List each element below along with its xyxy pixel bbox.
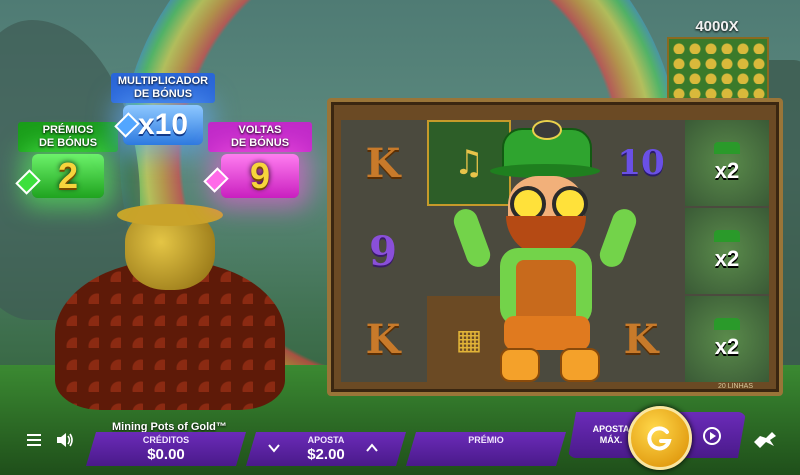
reel-cell: 9	[369, 227, 397, 275]
bonus-spins-value: 9	[221, 154, 299, 198]
credits-value: $0.00	[147, 446, 185, 463]
chevron-up-icon[interactable]	[366, 442, 378, 454]
jackpot-indicator: 4000X	[667, 18, 769, 101]
bonus-prizes-value: 2	[32, 154, 104, 198]
pot-of-gold-icon	[117, 204, 223, 290]
spin-icon	[647, 426, 672, 451]
prize-label: PRÉMIO	[468, 435, 504, 445]
autoplay-icon[interactable]	[702, 426, 722, 446]
bet-panel: APOSTA $2.00	[246, 432, 406, 466]
bonus-prizes-meter: PRÉMIOS DE BÓNUS 2	[15, 122, 118, 198]
spin-button[interactable]	[628, 406, 692, 470]
credits-label: CRÉDITOS	[142, 435, 190, 445]
wild-multiplier-symbol: x2	[685, 296, 769, 382]
bonus-multiplier-meter: MULTIPLICADOR DE BÓNUS x10	[111, 73, 215, 145]
credits-panel: CRÉDITOS $0.00	[86, 432, 246, 466]
bonus-spins-meter: VOLTAS DE BÓNUS 9	[203, 122, 312, 198]
speaker-icon[interactable]	[56, 432, 74, 448]
chevron-down-icon[interactable]	[268, 442, 280, 454]
wild-multiplier-symbol: x2	[685, 208, 769, 294]
wild-multiplier-symbol: x2	[685, 120, 769, 206]
reel-cell: K	[365, 139, 401, 187]
lines-label: 20 LINHAS	[717, 383, 753, 390]
menu-icon[interactable]	[27, 434, 41, 446]
prize-panel: PRÉMIO	[406, 432, 566, 466]
gold-pile-icon	[667, 37, 769, 101]
reel-cell: K	[365, 315, 401, 363]
leprechaun-character	[450, 120, 640, 390]
game-title: Mining Pots of Gold™	[112, 421, 227, 433]
bonus-prizes-title: PRÉMIOS DE BÓNUS	[18, 122, 118, 152]
jackpot-label: 4000X	[695, 18, 739, 35]
bonus-spins-title: VOLTAS DE BÓNUS	[208, 122, 312, 152]
brand-logo-icon	[754, 432, 776, 448]
pot-of-gold-pile	[55, 200, 285, 410]
game-scene: PRÉMIOS DE BÓNUS 2 MULTIPLICADOR DE BÓNUS …	[0, 0, 800, 475]
bonus-multiplier-title: MULTIPLICADOR DE BÓNUS	[111, 73, 215, 103]
